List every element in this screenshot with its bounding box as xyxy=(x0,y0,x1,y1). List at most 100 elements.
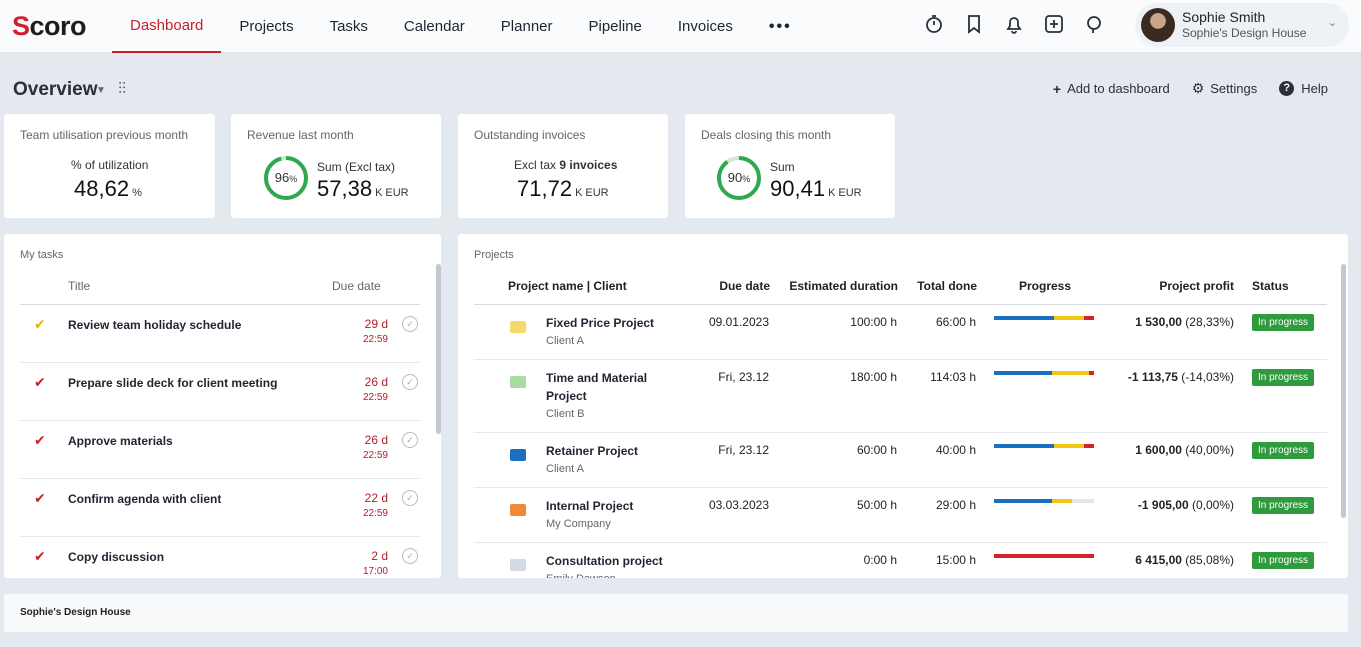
column-header-due[interactable]: Due date xyxy=(685,279,770,293)
status-badge: In progress xyxy=(1252,442,1315,459)
nav-item-planner[interactable]: Planner xyxy=(483,0,571,53)
ring-label: 96% xyxy=(274,170,298,185)
project-estimated: 100:00 h xyxy=(850,315,897,329)
page-title[interactable]: Overview xyxy=(13,79,98,101)
complete-task-icon[interactable]: ✓ xyxy=(402,548,418,564)
kpi-card-revenue[interactable]: Revenue last month 96% Sum (Excl tax) 57… xyxy=(231,114,441,218)
project-client: My Company xyxy=(546,518,611,530)
complete-task-icon[interactable]: ✓ xyxy=(402,432,418,448)
kpi-value-row: 48,62% xyxy=(74,176,142,202)
column-header-progress[interactable]: Progress xyxy=(995,279,1095,293)
overview-actions: + Add to dashboard ⚙ Settings ? Help xyxy=(1031,80,1328,97)
column-header-total[interactable]: Total done xyxy=(908,279,977,293)
priority-check-icon: ✔ xyxy=(34,548,46,564)
project-profit: -1 905,00 (0,00%) xyxy=(1137,498,1234,512)
progress-segment xyxy=(994,444,1054,448)
nav-item-calendar[interactable]: Calendar xyxy=(386,0,483,53)
project-profit: 1 530,00 (28,33%) xyxy=(1135,315,1234,329)
project-profit: 6 415,00 (85,08%) xyxy=(1135,553,1234,567)
briefcase-icon xyxy=(510,449,526,461)
nav-item-tasks[interactable]: Tasks xyxy=(312,0,386,53)
footer-company: Sophie's Design House xyxy=(20,607,131,618)
column-header-estimated[interactable]: Estimated duration xyxy=(778,279,898,293)
status-badge: In progress xyxy=(1252,552,1315,569)
task-row[interactable]: ✔ Confirm agenda with client 22 d 22:59 ✓ xyxy=(20,479,420,537)
scrollbar[interactable] xyxy=(1341,264,1346,518)
task-row[interactable]: ✔ Copy discussion 2 d 17:00 ✓ xyxy=(20,537,420,578)
footer: Sophie's Design House xyxy=(4,594,1348,632)
scoro-logo[interactable]: Scoro xyxy=(12,11,87,42)
project-due: 03.03.2023 xyxy=(708,498,769,512)
kpi-value-row: 57,38 K EUR xyxy=(317,176,409,202)
project-name: Fixed Price Project xyxy=(546,316,655,330)
task-days: 2 d xyxy=(371,549,388,563)
project-total: 114:03 h xyxy=(930,370,976,384)
complete-task-icon[interactable]: ✓ xyxy=(402,374,418,390)
column-header-profit[interactable]: Project profit xyxy=(1098,279,1234,293)
task-row[interactable]: ✔ Prepare slide deck for client meeting 26… xyxy=(20,363,420,421)
more-menu-button[interactable]: ••• xyxy=(751,0,810,53)
projects-panel: Projects Project name | Client Due date … xyxy=(458,234,1348,578)
project-estimated: 50:00 h xyxy=(856,498,897,512)
project-row[interactable]: Internal Project My Company 03.03.2023 50:0… xyxy=(474,488,1327,543)
complete-task-icon[interactable]: ✓ xyxy=(402,316,418,332)
project-total: 66:00 h xyxy=(935,315,976,329)
task-time: 22:59 xyxy=(362,334,388,345)
task-row[interactable]: ✔ Approve materials 26 d 22:59 ✓ xyxy=(20,421,420,479)
kpi-unit: EUR xyxy=(838,187,862,199)
kpi-card-utilisation[interactable]: Team utilisation previous month % of uti… xyxy=(4,114,215,218)
column-header-title[interactable]: Title xyxy=(68,279,90,293)
task-title: Prepare slide deck for client meeting xyxy=(68,376,278,390)
caret-down-icon[interactable]: ▼ xyxy=(96,85,106,96)
project-row[interactable]: Time and Material Project Client B Fri, 23… xyxy=(474,360,1327,433)
settings-button[interactable]: ⚙ Settings xyxy=(1192,80,1258,97)
bookmark-icon[interactable] xyxy=(962,12,986,36)
project-client: Emily Dawson xyxy=(546,573,616,578)
status-badge: In progress xyxy=(1252,497,1315,514)
briefcase-icon xyxy=(510,504,526,516)
kpi-value: 48,62 xyxy=(74,176,130,201)
timer-icon[interactable] xyxy=(922,12,946,36)
nav-item-pipeline[interactable]: Pipeline xyxy=(571,0,660,53)
kpi-card-deals[interactable]: Deals closing this month 90% Sum 90,41 K E… xyxy=(685,114,895,218)
nav-item-invoices[interactable]: Invoices xyxy=(660,0,751,53)
kpi-label: Deals closing this month xyxy=(701,128,832,142)
kpi-unit: EUR xyxy=(585,187,609,199)
user-menu[interactable]: Sophie Smith Sophie's Design House ⌄ xyxy=(1135,3,1349,47)
complete-task-icon[interactable]: ✓ xyxy=(402,490,418,506)
bell-icon[interactable] xyxy=(1002,12,1026,36)
task-row[interactable]: ✔ Review team holiday schedule 29 d 22:59 ✓ xyxy=(20,305,420,363)
add-icon[interactable] xyxy=(1042,12,1066,36)
project-row[interactable]: Fixed Price Project Client A 09.01.2023 100… xyxy=(474,305,1327,360)
chevron-down-icon: ⌄ xyxy=(1327,17,1337,29)
project-estimated: 180:00 h xyxy=(850,370,897,384)
column-header-due[interactable]: Due date xyxy=(332,279,381,293)
task-title: Confirm agenda with client xyxy=(68,492,222,506)
project-due: 09.01.2023 xyxy=(708,315,769,329)
column-header-status[interactable]: Status xyxy=(1252,279,1289,293)
priority-check-icon: ✔ xyxy=(34,432,46,448)
briefcase-icon xyxy=(510,376,526,388)
plus-icon: + xyxy=(1052,80,1062,97)
project-row[interactable]: Retainer Project Client A Fri, 23.12 60:00 … xyxy=(474,433,1327,488)
project-total: 15:00 h xyxy=(935,553,976,567)
top-nav: Scoro Dashboard Projects Tasks Calendar Plan… xyxy=(0,0,1361,53)
task-time: 17:00 xyxy=(362,566,388,577)
search-icon[interactable] xyxy=(1082,12,1106,36)
panel-title: Projects xyxy=(474,249,514,261)
task-title: Copy discussion xyxy=(68,550,165,564)
project-total: 29:00 h xyxy=(935,498,976,512)
kpi-label: Team utilisation previous month xyxy=(20,128,189,142)
column-header-name[interactable]: Project name | Client xyxy=(508,279,627,293)
help-button[interactable]: ? Help xyxy=(1279,80,1328,97)
project-row[interactable]: Consultation project Emily Dawson 0:00 h 15… xyxy=(474,543,1327,578)
kpi-card-invoices[interactable]: Outstanding invoices Excl tax 9 invoices… xyxy=(458,114,668,218)
filter-sliders-icon[interactable]: ⫶⫶ xyxy=(118,81,126,99)
nav-item-projects[interactable]: Projects xyxy=(221,0,311,53)
priority-check-icon: ✔ xyxy=(34,316,46,332)
add-to-dashboard-button[interactable]: + Add to dashboard xyxy=(1053,80,1170,97)
kpi-sub: Sum (Excl tax) xyxy=(317,160,396,174)
avatar xyxy=(1141,8,1175,42)
scrollbar[interactable] xyxy=(436,264,441,434)
nav-item-dashboard[interactable]: Dashboard xyxy=(112,0,222,53)
